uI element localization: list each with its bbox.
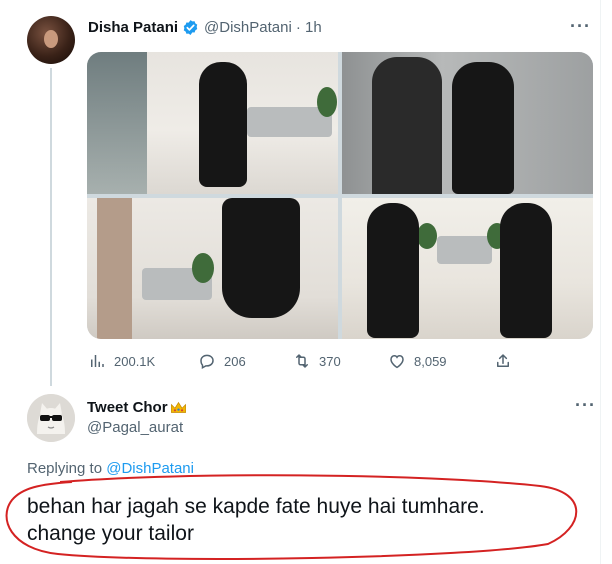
reply-icon	[200, 354, 214, 370]
reply-header: Tweet Chor	[87, 399, 187, 416]
heart-icon	[390, 354, 404, 369]
author-handle[interactable]: @Pagal_aurat	[87, 419, 183, 436]
crown-emoji-icon	[170, 401, 186, 413]
retweet-button[interactable]: 370	[293, 352, 341, 370]
views-count: 200.1K	[114, 353, 156, 369]
verified-badge-icon	[183, 20, 198, 35]
retweet-icon	[296, 354, 308, 368]
share-icon	[497, 354, 509, 367]
media-photo-3[interactable]	[87, 198, 338, 339]
share-button[interactable]	[494, 352, 520, 370]
media-photo-2[interactable]	[342, 52, 593, 194]
more-options-icon[interactable]: ···	[570, 16, 591, 37]
red-annotation-ellipse	[5, 474, 578, 560]
analytics-icon	[91, 355, 104, 367]
thread-connector-line	[50, 68, 52, 386]
reply-count: 206	[224, 353, 246, 369]
timeline-border	[600, 0, 601, 564]
avatar[interactable]	[27, 16, 75, 64]
tweet-time[interactable]: · 1h	[296, 19, 322, 36]
author-handle[interactable]: @DishPatani	[204, 19, 292, 36]
like-button[interactable]: 8,059	[388, 352, 447, 370]
media-photo-4[interactable]	[342, 198, 593, 339]
like-count: 8,059	[414, 353, 447, 369]
cat-avatar-icon	[27, 394, 75, 442]
tweet-media-grid[interactable]	[87, 52, 593, 339]
author-name[interactable]: Tweet Chor	[87, 399, 168, 416]
avatar[interactable]	[27, 394, 75, 442]
tweet-actions: 200.1K 206 370 8,059	[88, 352, 518, 372]
author-name[interactable]: Disha Patani	[88, 19, 178, 36]
retweet-count: 370	[319, 353, 341, 369]
views-button[interactable]: 200.1K	[88, 352, 155, 370]
more-options-icon[interactable]: ···	[575, 395, 596, 416]
tweet-header: Disha Patani @DishPatani · 1h	[88, 19, 322, 36]
reply-button[interactable]: 206	[198, 352, 246, 370]
media-photo-1[interactable]	[87, 52, 338, 194]
